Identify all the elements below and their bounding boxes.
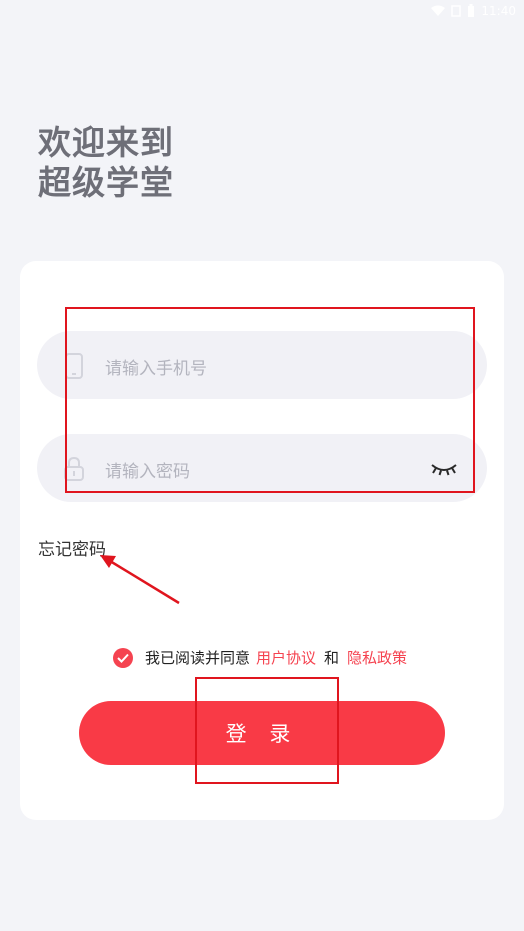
agreement-text: 我已阅读并同意 [145, 649, 251, 667]
welcome-title: 欢迎来到 超级学堂 [38, 123, 174, 203]
battery-icon [468, 4, 475, 17]
check-icon [117, 653, 129, 663]
welcome-title-line1: 欢迎来到 [38, 123, 174, 162]
status-bar: 11:40 [0, 0, 524, 24]
annotation-box-inputs [65, 307, 475, 493]
agreement-and: 和 [324, 649, 340, 667]
wifi-icon [431, 5, 446, 16]
sim-icon [451, 5, 462, 17]
agreement-row: 我已阅读并同意 用户协议 和 隐私政策 [113, 647, 407, 668]
annotation-box-login [195, 677, 339, 784]
privacy-policy-link[interactable]: 隐私政策 [347, 647, 407, 668]
status-icons: 11:40 [431, 4, 516, 18]
status-time: 11:40 [481, 4, 516, 18]
forgot-password-link[interactable]: 忘记密码 [38, 535, 106, 560]
agreement-checkbox[interactable] [113, 647, 133, 668]
user-agreement-link[interactable]: 用户协议 [256, 647, 316, 668]
welcome-title-line2: 超级学堂 [38, 163, 174, 202]
